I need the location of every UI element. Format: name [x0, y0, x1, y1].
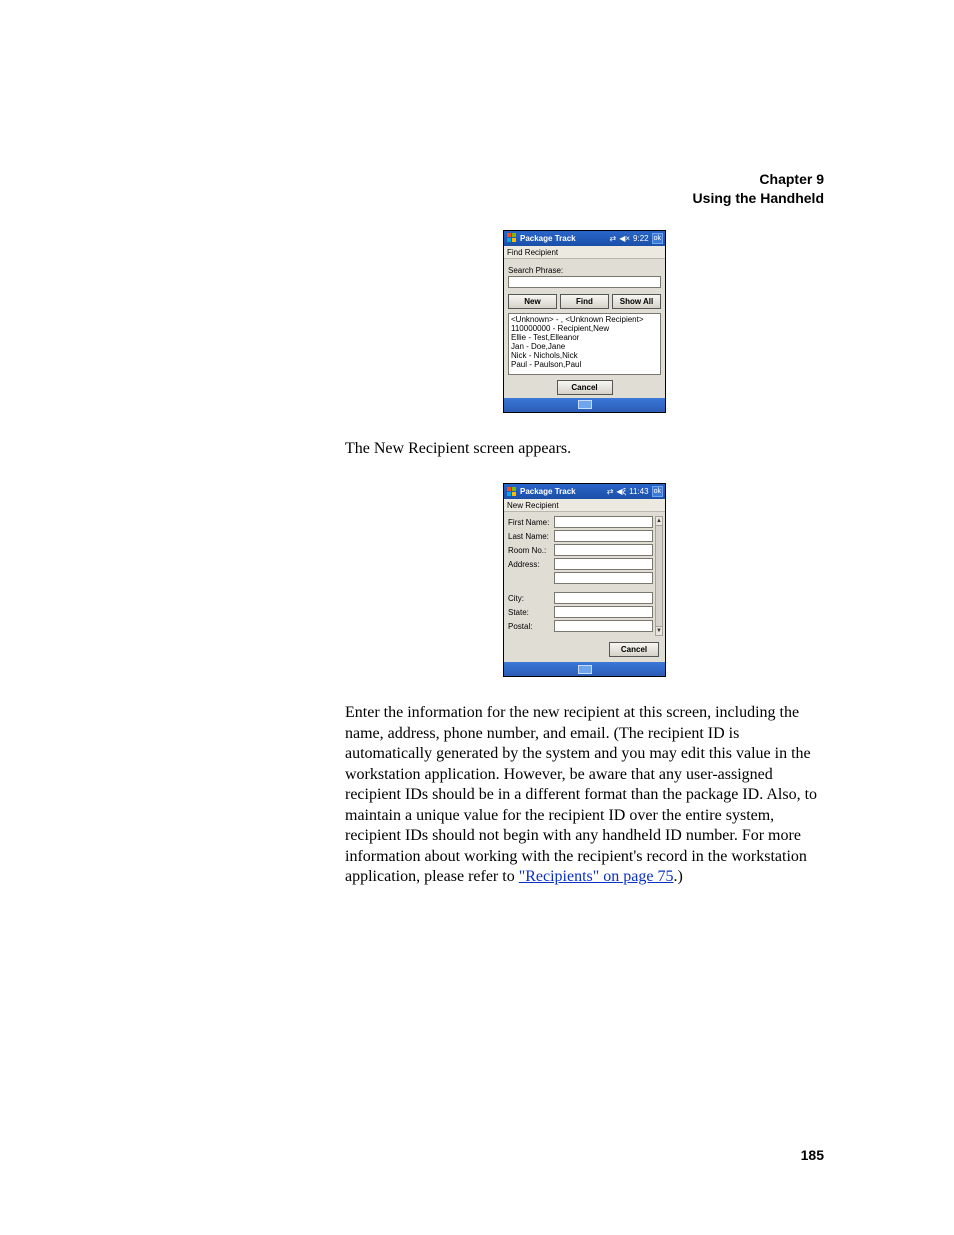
start-icon [506, 232, 518, 244]
search-phrase-input[interactable] [508, 276, 661, 288]
caption: The New Recipient screen appears. [345, 439, 824, 459]
scroll-down-icon[interactable]: ▼ [656, 626, 662, 635]
scroll-up-icon[interactable]: ▲ [656, 517, 662, 526]
app-title: Package Track [520, 234, 609, 243]
city-label: City: [508, 594, 554, 603]
body-tail: .) [674, 868, 683, 885]
titlebar: Package Track ⇄ ◀× 9:22 ok [504, 231, 665, 246]
state-input[interactable] [554, 606, 653, 618]
scrollbar[interactable]: ▲ ▼ [655, 516, 663, 636]
connectivity-icon: ⇄ [609, 234, 616, 243]
handheld-find-recipient: Package Track ⇄ ◀× 9:22 ok Find Recipien… [503, 230, 666, 413]
last-name-label: Last Name: [508, 532, 554, 541]
sip-bar [504, 398, 665, 412]
find-button[interactable]: Find [560, 294, 609, 309]
address-label: Address: [508, 560, 554, 569]
list-item[interactable]: Jan - Doe,Jane [511, 342, 658, 351]
chapter-label: Chapter 9 [345, 170, 824, 189]
page-header: Chapter 9 Using the Handheld [345, 170, 824, 208]
chapter-title: Using the Handheld [345, 189, 824, 208]
last-name-input[interactable] [554, 530, 653, 542]
start-icon [506, 486, 518, 498]
search-phrase-label: Search Phrase: [508, 266, 661, 275]
volume-icon: ◀ξ [616, 487, 626, 496]
titlebar: Package Track ⇄ ◀ξ 11:43 ok [504, 484, 665, 499]
connectivity-icon: ⇄ [607, 487, 614, 496]
recipients-link[interactable]: "Recipients" on page 75 [519, 868, 674, 885]
app-title: Package Track [520, 487, 607, 496]
screen-title: Find Recipient [504, 246, 665, 259]
keyboard-icon[interactable] [578, 665, 592, 674]
list-item[interactable]: Ellie - Test,Elleanor [511, 333, 658, 342]
ok-button[interactable]: ok [652, 233, 663, 244]
state-label: State: [508, 608, 554, 617]
clock: 9:22 [633, 234, 649, 243]
address-input[interactable] [554, 558, 653, 570]
new-button[interactable]: New [508, 294, 557, 309]
volume-icon: ◀× [619, 234, 630, 243]
list-item[interactable]: Nick - Nichols,Nick [511, 351, 658, 360]
room-no-label: Room No.: [508, 546, 554, 555]
list-item[interactable]: 110000000 - Recipient,New [511, 324, 658, 333]
postal-label: Postal: [508, 622, 554, 631]
results-list[interactable]: <Unknown> - , <Unknown Recipient> 110000… [508, 313, 661, 375]
first-name-input[interactable] [554, 516, 653, 528]
clock: 11:43 [629, 487, 648, 496]
body-text: Enter the information for the new recipi… [345, 704, 817, 885]
list-item[interactable]: <Unknown> - , <Unknown Recipient> [511, 315, 658, 324]
cancel-button[interactable]: Cancel [609, 642, 659, 657]
keyboard-icon[interactable] [578, 400, 592, 409]
room-no-input[interactable] [554, 544, 653, 556]
cancel-button[interactable]: Cancel [557, 380, 613, 395]
postal-input[interactable] [554, 620, 653, 632]
handheld-new-recipient: Package Track ⇄ ◀ξ 11:43 ok New Recipien… [503, 483, 666, 677]
sip-bar [504, 662, 665, 676]
address2-input[interactable] [554, 572, 653, 584]
ok-button[interactable]: ok [652, 486, 663, 497]
page-number: 185 [801, 1147, 824, 1163]
show-all-button[interactable]: Show All [612, 294, 661, 309]
body-paragraph: Enter the information for the new recipi… [345, 703, 824, 887]
list-item[interactable]: Paul - Paulson,Paul [511, 360, 658, 369]
city-input[interactable] [554, 592, 653, 604]
screen-title: New Recipient [504, 499, 665, 512]
first-name-label: First Name: [508, 518, 554, 527]
